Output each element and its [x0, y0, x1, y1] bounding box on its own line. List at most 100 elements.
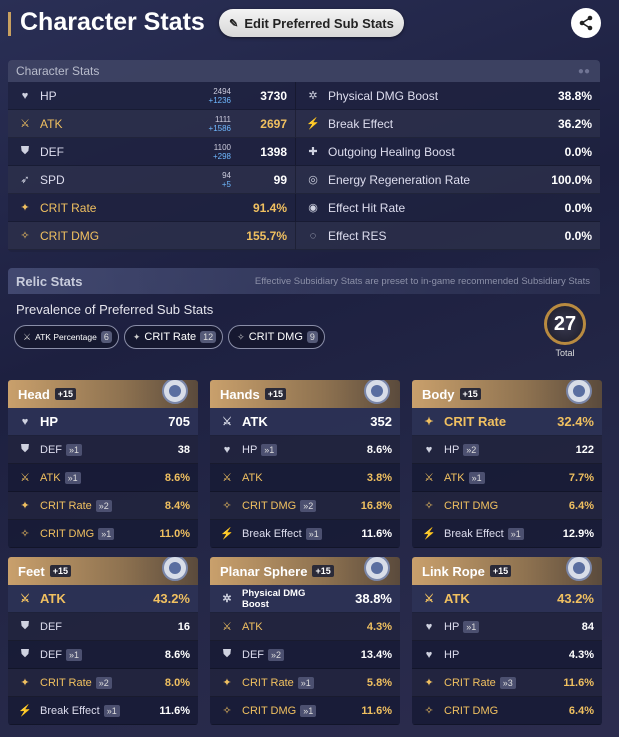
sub-stat-label: CRIT Rate »1 [242, 676, 332, 689]
sub-stat-label: CRIT Rate »2 [40, 676, 130, 689]
sub-stat-name: CRIT DMG [242, 704, 297, 717]
main-stat-name: ATK [444, 591, 470, 606]
relic-slot-name: Feet [18, 563, 45, 579]
relic-card-head: Head +15 ♥ HP 705 ⛊ DEF »1 38 ⚔ ATK »1 8.6% ✦ CRIT Rat… [8, 380, 198, 548]
stat-row-crit-dmg: ✧ CRIT DMG 155.7% [8, 222, 296, 250]
relic-stats-header: Relic Stats Effective Subsidiary Stats a… [8, 268, 600, 294]
sub-stat-label: CRIT DMG [444, 705, 534, 717]
sub-stat-label: ATK [242, 472, 332, 484]
stat-base-value: 94 [222, 170, 231, 180]
sub-stat-row: ✧ CRIT DMG 6.4% [412, 697, 602, 725]
main-stat-name: HP [40, 414, 59, 429]
sub-stat-label: HP [444, 649, 534, 661]
main-stat-row: ✲ Physical DMG Boost 38.8% [210, 585, 400, 613]
sub-stat-row: ✦ CRIT Rate »2 8.4% [8, 492, 198, 520]
stat-icon: ✦ [132, 331, 141, 342]
sub-stat-row: ✦ CRIT Rate »2 8.0% [8, 669, 198, 697]
stat-name: CRIT Rate [40, 200, 97, 215]
sub-stat-row: ⚔ ATK 3.8% [210, 464, 400, 492]
sub-stat-name: CRIT Rate [444, 676, 496, 689]
atk-icon: ⚔ [424, 593, 434, 605]
sub-stat-value: 5.8% [366, 676, 392, 689]
relic-card-header: Head +15 [8, 380, 198, 408]
def-icon: ⛊ [20, 443, 30, 455]
hp-icon: ♥ [223, 443, 231, 456]
edit-button-label: Edit Preferred Sub Stats [244, 15, 394, 31]
title-accent-bar [8, 12, 11, 36]
atk-icon: ⚔ [424, 472, 434, 484]
sub-stat-label: CRIT DMG »1 [40, 527, 130, 540]
sub-stat-value: 7.7% [568, 471, 594, 484]
relic-slot-name: Hands [220, 386, 260, 402]
stats-grid: ♥ HP 2494 +1236 3730 ✲ Physical DMG Boost 38.8%… [8, 82, 600, 250]
sub-stat-value: 8.6% [164, 471, 190, 484]
chip-atk-percentage[interactable]: ⚔ ATK Percentage 6 [14, 325, 119, 349]
sub-stat-value: 6.4% [568, 499, 594, 512]
chip-crit-rate[interactable]: ✦ CRIT Rate 12 [123, 325, 224, 349]
relic-head-icon [162, 380, 188, 404]
sub-stat-label: Break Effect »1 [444, 527, 534, 540]
share-icon [579, 15, 593, 31]
sub-stat-row: ⚡ Break Effect »1 11.6% [210, 520, 400, 548]
roll-count: 2 [276, 649, 282, 660]
stat-name: SPD [40, 172, 65, 187]
sub-stat-label: Break Effect »1 [40, 704, 130, 717]
roll-count: 1 [106, 528, 112, 539]
chip-crit-dmg[interactable]: ✧ CRIT DMG 9 [228, 325, 325, 349]
roll-count-badge: »1 [66, 648, 83, 661]
stat-icon: ⚔ [23, 331, 32, 342]
roll-count-badge: »2 [463, 443, 480, 456]
sub-stat-name: DEF [40, 648, 62, 661]
roll-count: 1 [111, 705, 117, 716]
sub-stat-value: 6.4% [568, 704, 594, 717]
sub-stat-name: HP [242, 443, 258, 456]
total-badge: 27 [544, 303, 586, 345]
relic-card-planar-sphere: Planar Sphere +15 ✲ Physical DMG Boost 38.8%… [210, 557, 400, 725]
main-stat-row: ⚔ ATK 43.2% [8, 585, 198, 613]
stat-value: 155.7% [246, 228, 287, 243]
stat-icon: ✧ [237, 331, 245, 342]
edit-preferred-sub-stats-button[interactable]: ✎ Edit Preferred Sub Stats [219, 9, 404, 37]
stat-value: 100.0% [551, 172, 592, 187]
atk-icon: ⚔ [222, 416, 232, 428]
relic-card-hands: Hands +15 ⚔ ATK 352 ♥ HP »1 8.6% ⚔ ATK 3.8% ✧ CRIT DM… [210, 380, 400, 548]
break-icon: ⚡ [422, 528, 436, 540]
sub-stat-row: ⛊ DEF »1 38 [8, 436, 198, 464]
stat-base-value: 1100 [213, 142, 231, 152]
relic-feet-icon [162, 557, 188, 581]
sub-stat-value: 11.6% [159, 704, 190, 717]
sub-stat-row: ✧ CRIT DMG 6.4% [412, 492, 602, 520]
stat-row-hp: ♥ HP 2494 +1236 3730 [8, 82, 296, 110]
stat-value: 0.0% [564, 228, 592, 243]
roll-count: 2 [471, 444, 477, 455]
relic-level-badge: +15 [459, 388, 481, 400]
sub-stat-value: 12.9% [562, 527, 594, 540]
sub-stat-value: 122 [575, 443, 594, 456]
sub-stat-value: 84 [581, 620, 594, 633]
crit-dmg-icon: ✧ [20, 230, 30, 242]
sub-stat-name: HP [444, 620, 460, 633]
roll-count-badge: »1 [103, 704, 120, 717]
roll-count: 1 [308, 705, 314, 716]
sub-stat-value: 16.8% [360, 499, 392, 512]
relic-card-body: Body +15 ✦ CRIT Rate 32.4% ♥ HP »2 122 ⚔ ATK »1 7.7%… [412, 380, 602, 548]
def-icon: ⛊ [20, 145, 30, 157]
chip-label: CRIT DMG [248, 331, 303, 343]
sub-stat-row: ⛊ DEF »1 8.6% [8, 641, 198, 669]
sub-stat-name: CRIT Rate [40, 676, 92, 689]
crit-rate-icon: ✦ [424, 416, 434, 428]
hp-icon: ♥ [425, 648, 433, 661]
sub-stat-value: 8.0% [164, 676, 190, 689]
energy-icon: ◎ [308, 174, 318, 186]
effect-hit-icon: ◉ [308, 202, 318, 214]
sub-stat-value: 8.4% [164, 499, 190, 512]
sub-stat-name: CRIT Rate [40, 499, 92, 512]
roll-count-badge: »1 [261, 443, 278, 456]
share-button[interactable] [571, 8, 601, 38]
sub-stat-label: ATK »1 [40, 471, 130, 484]
roll-count-badge: »1 [297, 676, 314, 689]
sub-stat-row: ♥ HP 4.3% [412, 641, 602, 669]
sub-stat-row: ♥ HP »1 84 [412, 613, 602, 641]
sub-stat-name: ATK [444, 471, 465, 484]
sub-stat-row: ⚡ Break Effect »1 12.9% [412, 520, 602, 548]
